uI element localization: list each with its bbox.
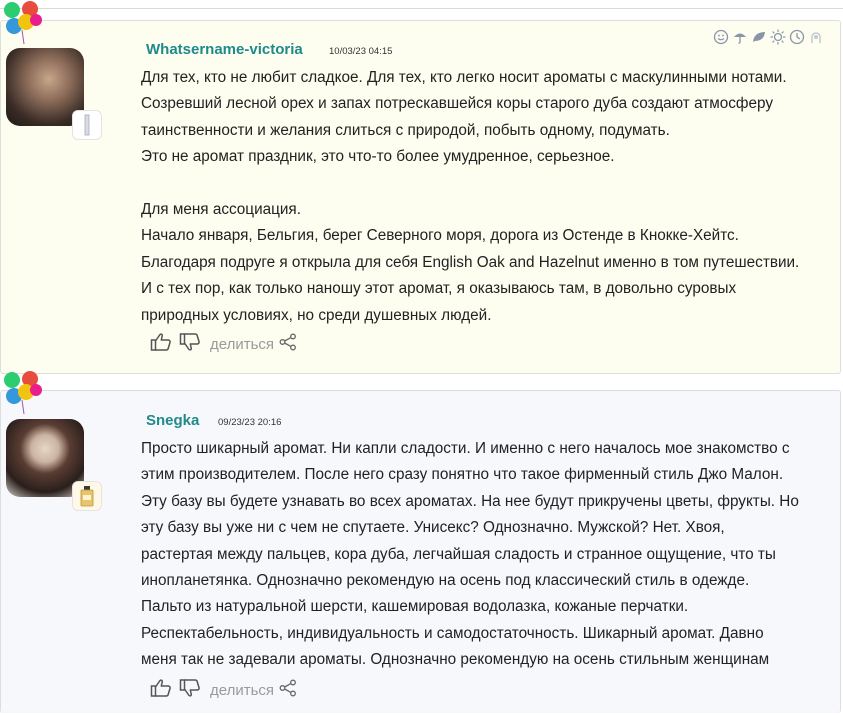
- review-line: этим производителем. После него сразу по…: [141, 466, 784, 484]
- mood-icons: [713, 29, 824, 47]
- leaf-icon: [751, 29, 767, 45]
- review-line: Созревший лесной орех и запах потрескавш…: [141, 95, 773, 113]
- balloons-icon: [2, 370, 46, 415]
- review-line: растертая между пальцев, кора дуба, легч…: [141, 545, 776, 563]
- thumbs-up-icon[interactable]: [150, 678, 172, 703]
- umbrella-icon: [732, 29, 748, 45]
- review-line: Это не аромат праздник, это что-то более…: [141, 148, 615, 166]
- review-text: Просто шикарный аромат. Ни капли сладост…: [141, 436, 831, 674]
- review-line: Эту базу вы будете узнавать во всех аром…: [141, 492, 799, 510]
- clock-icon: [789, 29, 805, 45]
- review-date: 10/03/23 04:15: [329, 46, 393, 57]
- review-line: Пальто из натуральной шерсти, кашемирова…: [141, 598, 689, 616]
- share-icon[interactable]: [279, 333, 297, 356]
- review-author[interactable]: Whatsername-victoria: [146, 41, 303, 58]
- review-author[interactable]: Snegka: [146, 412, 199, 429]
- share-button[interactable]: делиться: [210, 336, 274, 353]
- share-button[interactable]: делиться: [210, 682, 274, 699]
- review-date: 09/23/23 20:16: [218, 417, 282, 428]
- review-line-blank: [141, 171, 831, 197]
- review-line: инопланетянка. Однозначно рекомендую на …: [141, 572, 750, 590]
- review-line: Для меня ассоциация.: [141, 201, 301, 219]
- review-line: таинственности и желания слиться с приро…: [141, 121, 670, 139]
- previous-review-edge: [0, 0, 843, 9]
- review-line: Начало января, Бельгия, берег Северного …: [141, 227, 739, 245]
- review-actions: делиться: [150, 678, 297, 703]
- perfume-bottle-icon: [72, 110, 102, 140]
- review-line: Благодаря подруге я открыла для себя Eng…: [141, 253, 800, 271]
- thumbs-down-icon[interactable]: [179, 332, 201, 357]
- review-line: меня так не задевали ароматы. Однозначно…: [141, 651, 770, 669]
- sun-icon: [770, 29, 786, 45]
- balloons-icon: [2, 0, 46, 45]
- share-icon[interactable]: [279, 679, 297, 702]
- smile-icon: [713, 29, 729, 45]
- review-line: Просто шикарный аромат. Ни капли сладост…: [141, 440, 790, 457]
- review-actions: делиться: [150, 332, 297, 357]
- review-line: Для тех, кто не любит сладкое. Для тех, …: [141, 69, 787, 86]
- thumbs-down-icon[interactable]: [179, 678, 201, 703]
- review-line: И с тех пор, как только наношу этот аром…: [141, 280, 737, 298]
- review-text: Для тех, кто не любит сладкое. Для тех, …: [141, 65, 831, 329]
- perfume-bottle-icon: [72, 481, 102, 511]
- review-line: эту базу вы уже ни с чем не спутаете. Ун…: [141, 519, 725, 537]
- review-line: Респектабельность, индивидуальность и са…: [141, 624, 764, 642]
- thumbs-up-icon[interactable]: [150, 332, 172, 357]
- review-line: природных условиях, но среди душевных лю…: [141, 306, 492, 324]
- night-icon: [808, 29, 824, 45]
